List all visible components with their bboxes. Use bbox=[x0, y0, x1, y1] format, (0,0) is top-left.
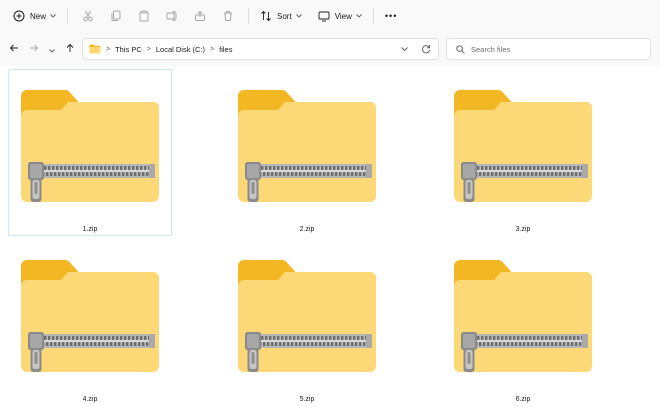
file-item[interactable]: 4.zip bbox=[8, 239, 172, 406]
breadcrumb-local-disk[interactable]: Local Disk (C:) bbox=[156, 45, 205, 54]
address-history-dropdown[interactable] bbox=[401, 45, 408, 54]
view-icon bbox=[318, 10, 330, 22]
file-name: 2.zip bbox=[299, 226, 315, 233]
zip-folder-icon bbox=[452, 258, 594, 379]
breadcrumb-separator: > bbox=[106, 45, 111, 53]
paste-icon bbox=[138, 10, 150, 22]
arrow-left-icon bbox=[9, 40, 19, 58]
sort-icon bbox=[260, 10, 272, 22]
arrow-up-icon bbox=[65, 40, 75, 58]
recent-locations-button[interactable] bbox=[44, 41, 60, 57]
search-input[interactable]: Search files bbox=[471, 45, 510, 54]
new-button[interactable]: New bbox=[8, 4, 61, 28]
address-bar[interactable]: > This PC > Local Disk (C:) > files bbox=[82, 38, 439, 60]
rename-icon bbox=[166, 10, 178, 22]
delete-icon bbox=[222, 10, 234, 22]
chevron-down-icon bbox=[401, 45, 408, 54]
folder-icon bbox=[89, 44, 101, 54]
sort-button-label: Sort bbox=[277, 11, 292, 21]
breadcrumb-this-pc[interactable]: This PC bbox=[115, 45, 142, 54]
chevron-down-icon bbox=[50, 14, 56, 18]
copy-icon bbox=[110, 10, 122, 22]
breadcrumb-files[interactable]: files bbox=[219, 45, 232, 54]
zip-folder-icon bbox=[19, 88, 161, 209]
zip-folder-icon bbox=[236, 258, 378, 379]
cut-button[interactable] bbox=[74, 4, 102, 28]
file-name: 1.zip bbox=[82, 226, 98, 233]
new-icon bbox=[13, 10, 25, 22]
copy-button[interactable] bbox=[102, 4, 130, 28]
file-item[interactable]: 2.zip bbox=[225, 69, 389, 236]
refresh-icon bbox=[421, 45, 431, 56]
file-name: 3.zip bbox=[515, 226, 531, 233]
toolbar-divider bbox=[372, 8, 374, 24]
command-bar: New Sort View ••• bbox=[0, 0, 660, 32]
search-icon bbox=[456, 44, 465, 54]
new-button-label: New bbox=[30, 11, 47, 21]
forward-button[interactable] bbox=[26, 41, 42, 57]
delete-button[interactable] bbox=[214, 4, 242, 28]
file-view: 1.zip 2.zip 3.zip 4.zip 5.zip 6.zip bbox=[0, 66, 660, 403]
refresh-button[interactable] bbox=[421, 44, 431, 56]
zip-folder-icon bbox=[236, 88, 378, 209]
file-item[interactable]: 1.zip bbox=[8, 69, 172, 236]
arrow-right-icon bbox=[29, 40, 39, 58]
file-item[interactable]: 5.zip bbox=[225, 239, 389, 406]
file-item[interactable]: 6.zip bbox=[441, 239, 605, 406]
zip-folder-icon bbox=[452, 88, 594, 209]
breadcrumb-separator: > bbox=[210, 45, 215, 53]
back-button[interactable] bbox=[6, 41, 22, 57]
cut-icon bbox=[82, 10, 94, 22]
sort-button[interactable]: Sort bbox=[255, 4, 307, 28]
search-box[interactable]: Search files bbox=[446, 38, 651, 60]
breadcrumb-separator: > bbox=[146, 45, 151, 53]
paste-button[interactable] bbox=[130, 4, 158, 28]
chevron-down-icon bbox=[356, 14, 362, 18]
view-button[interactable]: View bbox=[313, 4, 367, 28]
zip-folder-icon bbox=[19, 258, 161, 379]
share-icon bbox=[194, 10, 206, 22]
file-item[interactable]: 3.zip bbox=[441, 69, 605, 236]
up-button[interactable] bbox=[62, 41, 78, 57]
more-options-button[interactable]: ••• bbox=[380, 4, 402, 28]
rename-button[interactable] bbox=[158, 4, 186, 28]
chevron-down-icon bbox=[49, 40, 55, 58]
share-button[interactable] bbox=[186, 4, 214, 28]
chevron-down-icon bbox=[295, 14, 302, 18]
view-button-label: View bbox=[334, 11, 352, 21]
toolbar-divider bbox=[67, 8, 69, 24]
toolbar-divider bbox=[248, 8, 250, 24]
